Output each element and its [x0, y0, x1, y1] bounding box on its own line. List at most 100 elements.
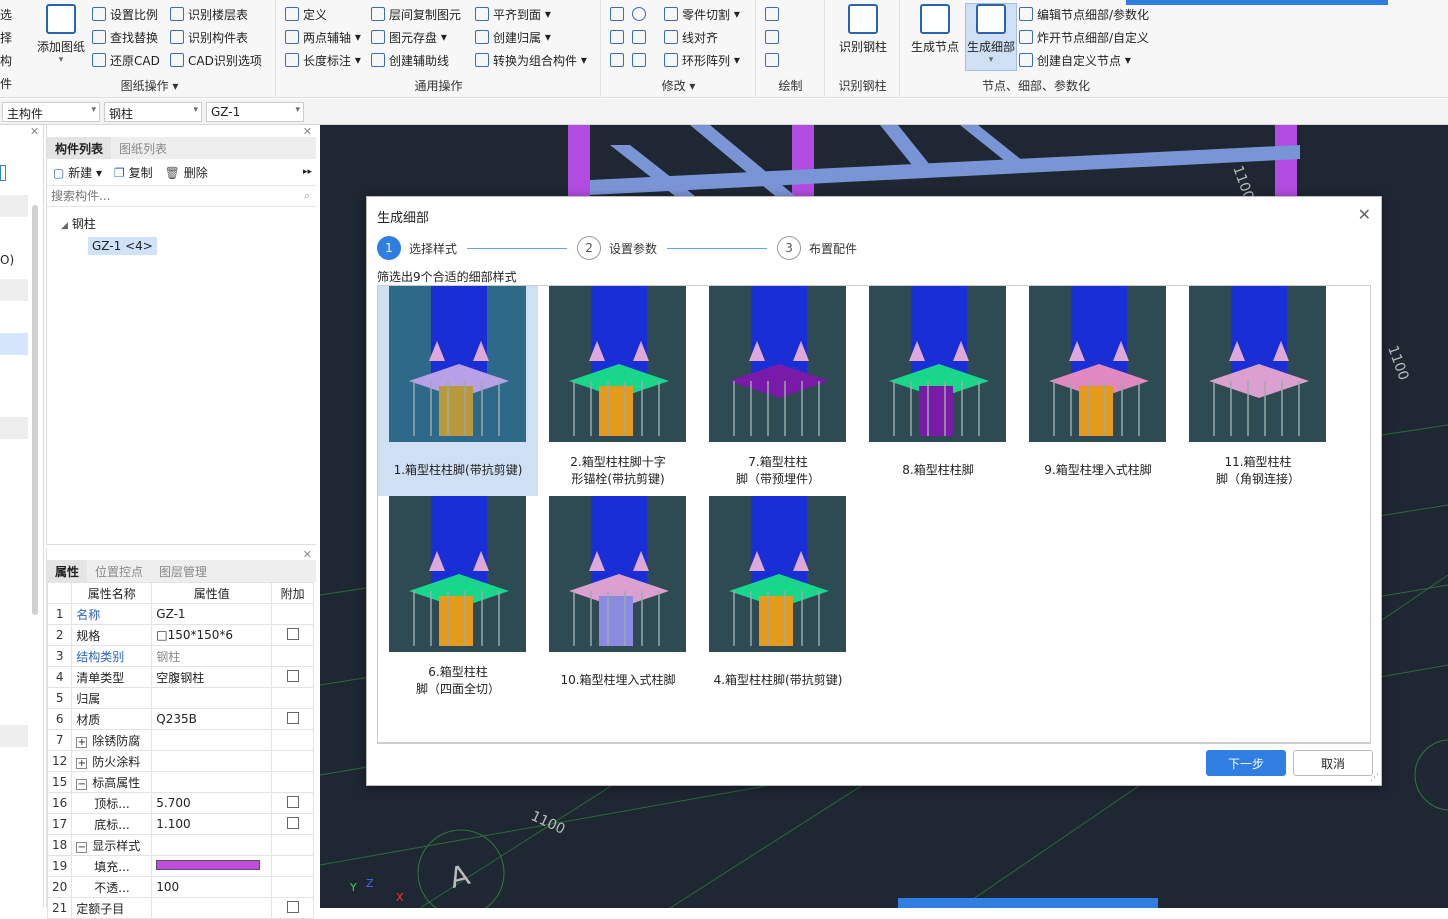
property-value[interactable] [151, 750, 273, 772]
member-select[interactable]: GZ-1 [206, 102, 304, 122]
save-element-button[interactable]: 图元存盘 ▾ [371, 27, 447, 47]
property-value[interactable]: 1.100 [151, 813, 273, 835]
two-point-axis-button[interactable]: 两点辅轴 ▾ [285, 27, 361, 47]
strip-scrollbar[interactable] [32, 205, 38, 615]
recognize-column-button[interactable]: 识别钢柱 [834, 4, 892, 55]
attach-checkbox[interactable] [286, 711, 299, 724]
strip-row-2[interactable] [0, 279, 28, 301]
copy-tool-button[interactable] [610, 27, 628, 47]
member-type-select[interactable]: 主构件 [2, 102, 100, 122]
recognize-floor-table-button[interactable]: 识别楼层表 [170, 4, 248, 24]
line-draw-button[interactable] [765, 27, 783, 47]
ribbon-cut-component[interactable]: 构件 [0, 50, 22, 96]
recognize-member-table-button[interactable]: 识别构件表 [170, 27, 248, 47]
tab-component-list[interactable]: 构件列表 [47, 137, 112, 159]
length-dimension-button[interactable]: 长度标注 ▾ [285, 50, 361, 70]
property-panel-close-icon[interactable]: ✕ [303, 548, 312, 561]
property-value[interactable]: Q235B [151, 708, 273, 730]
property-row[interactable]: 19 填充... [46, 855, 314, 877]
style-card[interactable]: 7.箱型柱柱 脚（带预埋件） [698, 286, 858, 496]
strip-row-selected[interactable] [0, 333, 28, 355]
tab-position-points[interactable]: 位置控点 [87, 560, 151, 582]
create-ownership-button[interactable]: 创建归属 ▾ [475, 27, 551, 47]
expand-icon[interactable]: + [76, 736, 88, 748]
property-value[interactable]: 5.700 [151, 792, 273, 814]
search-icon[interactable]: ⌕ [304, 189, 310, 203]
property-row[interactable]: 16 顶标... 5.700 [46, 792, 314, 814]
generate-detail-button[interactable]: 生成细部 ▾ [965, 3, 1017, 71]
strip-row-4[interactable] [0, 725, 28, 747]
property-row[interactable]: 2 规格 □150*150*6 [46, 624, 314, 646]
next-step-button[interactable]: 下一步 [1206, 750, 1286, 776]
rect-draw-button[interactable] [765, 50, 783, 70]
attach-checkbox[interactable] [286, 900, 299, 913]
delete-tool-button[interactable] [610, 4, 628, 24]
cad-options-button[interactable]: CAD识别选项 [170, 50, 262, 70]
style-card[interactable]: 4.箱型柱柱脚(带抗剪键) [698, 496, 858, 706]
property-value[interactable] [151, 729, 273, 751]
copy-component-button[interactable]: ❐ 复制 [114, 164, 153, 181]
strip-close-icon[interactable]: ✕ [30, 125, 39, 138]
style-card[interactable]: 6.箱型柱柱 脚（四面全切） [378, 496, 538, 706]
property-value[interactable] [151, 855, 273, 877]
collapse-icon[interactable]: − [76, 778, 88, 790]
explode-node-detail-button[interactable]: 炸开节点细部/自定义 [1019, 27, 1149, 47]
property-row[interactable]: 5 归属 [46, 687, 314, 709]
ribbon-cut-select[interactable]: 选择 [0, 4, 22, 50]
create-custom-node-button[interactable]: 创建自定义节点 ▾ [1019, 50, 1131, 70]
property-value[interactable] [151, 687, 273, 709]
tree-item-gz1[interactable]: GZ-1 <4> [88, 237, 157, 255]
cancel-button[interactable]: 取消 [1293, 750, 1373, 776]
category-select[interactable]: 钢柱 [104, 102, 202, 122]
expand-icon[interactable]: + [76, 757, 88, 769]
fill-color-swatch[interactable] [156, 860, 261, 870]
restore-cad-button[interactable]: 还原CAD [92, 50, 160, 70]
property-row[interactable]: 1 名称 GZ-1 [46, 603, 314, 625]
attach-checkbox[interactable] [286, 627, 299, 640]
component-panel-close-icon[interactable]: ✕ [303, 125, 312, 138]
property-row[interactable]: 12 + 防火涂料 [46, 750, 314, 772]
part-cut-button[interactable]: 零件切割 ▾ [664, 4, 740, 24]
style-card[interactable]: 11.箱型柱柱 脚（角钢连接） [1178, 286, 1338, 496]
property-row[interactable]: 4 清单类型 空腹钢柱 [46, 666, 314, 688]
set-scale-button[interactable]: 设置比例 [92, 4, 158, 24]
define-button[interactable]: 定义 [285, 4, 327, 24]
line-align-button[interactable]: 线对齐 [664, 27, 718, 47]
attach-checkbox[interactable] [286, 669, 299, 682]
delete-component-button[interactable]: 🗑 删除 [165, 164, 208, 181]
style-card[interactable]: 10.箱型柱埋入式柱脚 [538, 496, 698, 706]
property-row[interactable]: 18− 显示样式 [46, 834, 314, 856]
style-card[interactable]: 8.箱型柱柱脚 [858, 286, 1018, 496]
component-search-input[interactable] [47, 186, 287, 206]
property-row[interactable]: 6 材质 Q235B [46, 708, 314, 730]
add-drawing-button[interactable]: 添加图纸 ▾ [36, 4, 86, 65]
dialog-close-icon[interactable]: ✕ [1358, 205, 1371, 224]
array-tool-button[interactable] [632, 50, 650, 70]
mirror-tool-button[interactable] [632, 27, 650, 47]
group-title-modify[interactable]: 修改 ▾ [602, 77, 755, 94]
property-row[interactable]: 17 底标... 1.100 [46, 813, 314, 835]
collapse-icon[interactable]: − [76, 841, 88, 853]
style-card[interactable]: 9.箱型柱埋入式柱脚 [1018, 286, 1178, 496]
tree-root[interactable]: ◢ 钢柱 [61, 215, 96, 232]
tab-layer-management[interactable]: 图层管理 [151, 560, 215, 582]
property-row[interactable]: 20 不透... 100 [46, 876, 314, 898]
move-tool-button[interactable] [610, 50, 628, 70]
property-row[interactable]: 15− 标高属性 [46, 771, 314, 793]
group-title-drawing-ops[interactable]: 图纸操作 ▾ [24, 77, 275, 94]
convert-combo-button[interactable]: 转换为组合构件 ▾ [475, 50, 587, 70]
property-value[interactable]: 100 [151, 876, 273, 898]
tree-collapse-icon[interactable]: ◢ [61, 221, 68, 231]
property-value[interactable] [151, 771, 273, 793]
edit-node-detail-button[interactable]: 编辑节点细部/参数化 [1019, 4, 1149, 24]
property-value[interactable]: 空腹钢柱 [151, 666, 273, 688]
property-row[interactable]: 7 + 除锈防腐 [46, 729, 314, 751]
rotate-tool-button[interactable] [632, 4, 650, 24]
align-to-face-button[interactable]: 平齐到面 ▾ [475, 4, 551, 24]
point-draw-button[interactable] [765, 4, 783, 24]
new-component-button[interactable]: ▢ 新建 ▾ [53, 164, 102, 181]
property-row[interactable]: 3 结构类别 钢柱 [46, 645, 314, 667]
strip-row-3[interactable] [0, 417, 28, 439]
property-value[interactable]: GZ-1 [151, 603, 273, 625]
tab-properties[interactable]: 属性 [47, 560, 88, 582]
